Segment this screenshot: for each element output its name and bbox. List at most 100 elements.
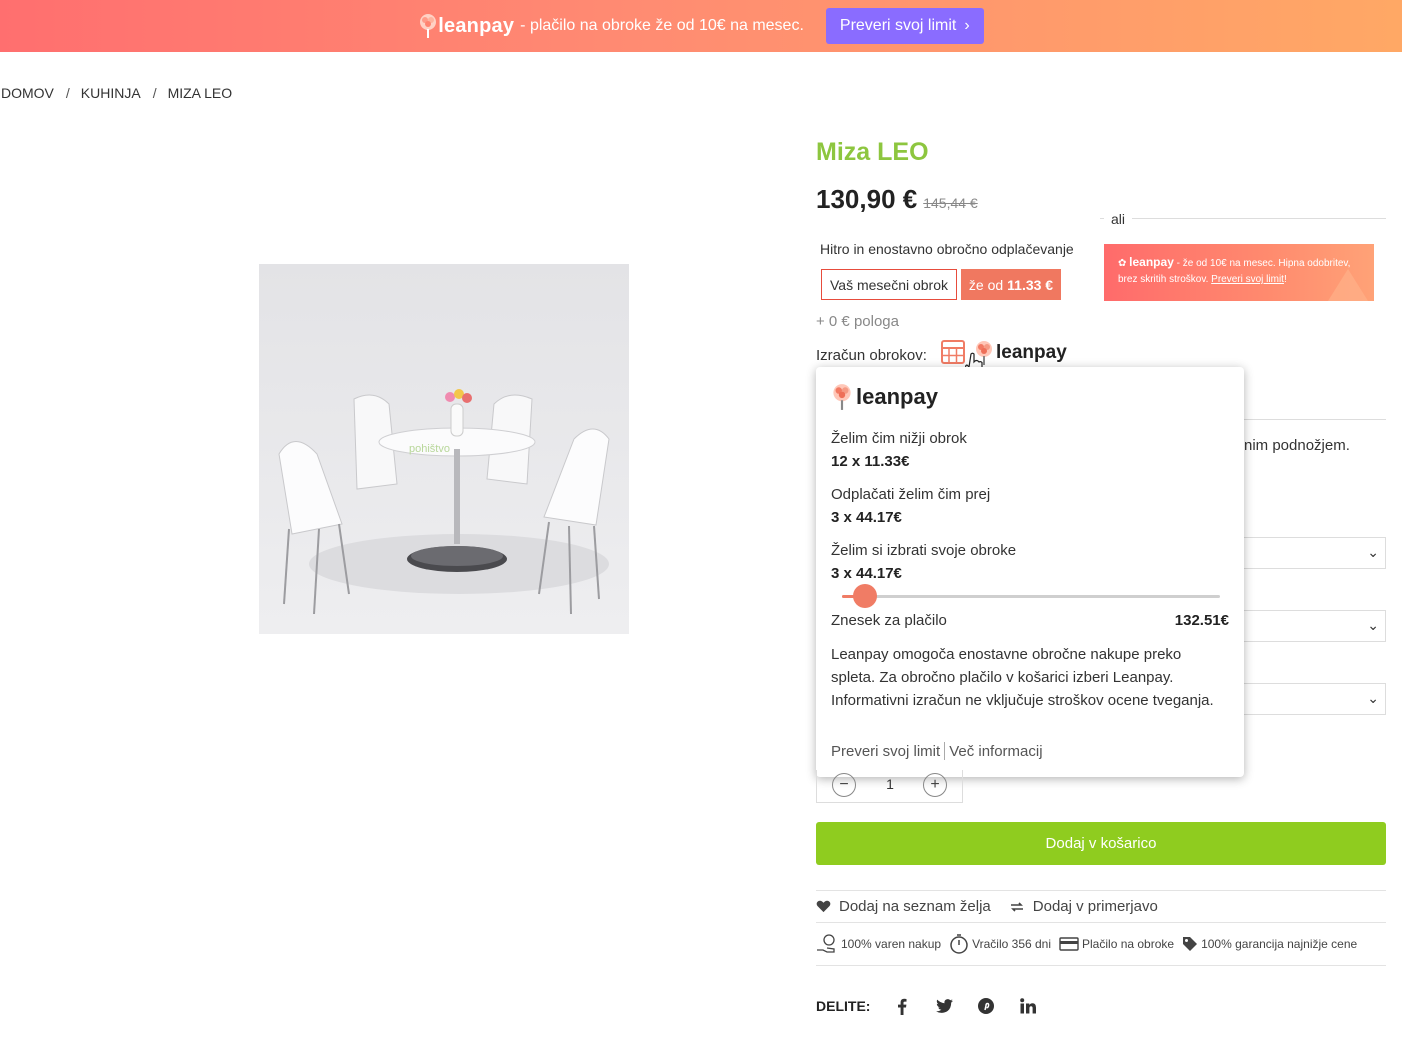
leanpay-flower-icon [833, 384, 851, 410]
check-limit-link[interactable]: Preveri svoj limit [831, 743, 940, 760]
quantity-minus-button[interactable]: − [832, 773, 856, 797]
leanpay-wordmark: leanpay [1129, 255, 1174, 269]
breadcrumb: DOMOV / KUHINJA / MIZA LEO [1, 85, 232, 101]
chevron-down-icon: ⌄ [1367, 690, 1379, 706]
quantity-plus-button[interactable]: + [923, 773, 947, 797]
deposit-text: + 0 € pologa [816, 313, 899, 330]
leanpay-logo: leanpay [418, 13, 514, 39]
share-row: DELITE: [816, 996, 1060, 1016]
installment-slider[interactable] [842, 584, 1220, 608]
leanpay-calculator-popup: leanpay Želim čim nižji obrok 12 x 11.33… [816, 367, 1244, 777]
quantity-stepper: − 1 + [816, 770, 963, 803]
check-limit-label: Preveri svoj limit [839, 17, 957, 34]
side-banner-text-2: brez skritih stroškov. [1118, 274, 1209, 285]
breadcrumb-separator: / [152, 85, 157, 101]
leanpay-promo-bar: leanpay - plačilo na obroke že od 10€ na… [0, 0, 1402, 52]
installment-intro: Hitro in enostavno obročno odplačevanje [820, 241, 1074, 257]
popup-description: Leanpay omogoča enostavne obročne nakupe… [831, 646, 1214, 709]
linkedin-icon[interactable] [1018, 996, 1038, 1016]
compare-arrows-icon [1010, 901, 1023, 912]
leanpay-side-banner[interactable]: ✿ leanpay - že od 10€ na mesec. Hipna od… [1104, 244, 1374, 301]
share-label: DELITE: [816, 998, 871, 1014]
product-image[interactable]: pohištvo [259, 264, 629, 634]
leanpay-wordmark: leanpay [856, 384, 938, 409]
breadcrumb-kitchen[interactable]: KUHINJA [81, 85, 141, 101]
current-price: 130,90 € [816, 184, 918, 214]
divider [816, 922, 1386, 923]
pinterest-icon[interactable] [976, 996, 996, 1016]
wishlist-label: Dodaj na seznam želja [839, 898, 991, 915]
divider [1100, 218, 1386, 219]
or-label: ali [1104, 211, 1133, 227]
calculator-icon[interactable] [941, 340, 965, 364]
old-price: 145,44 € [923, 195, 978, 211]
monthly-installment-value: že od 11.33 € [961, 269, 1061, 300]
feature-installments: Plačilo na obroke [1059, 937, 1174, 951]
option-fastest-value: 3 x 44.17€ [831, 509, 902, 526]
leanpay-wordmark: leanpay [438, 14, 515, 37]
leanpay-logo: leanpay [831, 383, 938, 411]
amount-label: Znesek za plačilo [831, 612, 947, 629]
leanpay-logo[interactable]: leanpay [974, 340, 1067, 366]
leanpay-wordmark: leanpay [996, 342, 1067, 363]
price-row: 130,90 € 145,44 € [816, 184, 978, 215]
slider-thumb[interactable] [852, 584, 877, 608]
option-select-2[interactable]: ⌄ [1244, 610, 1386, 642]
monthly-installment-label: Vaš mesečni obrok [821, 269, 957, 300]
link-divider [944, 742, 946, 760]
product-actions: Dodaj na seznam želja Dodaj v primerjavo [816, 898, 1176, 915]
compare-label: Dodaj v primerjavo [1032, 898, 1158, 915]
amount-value: 132.51€ [1174, 612, 1229, 629]
credit-card-icon [1059, 937, 1079, 951]
image-watermark: pohištvo [409, 443, 450, 455]
side-banner-end: ! [1283, 274, 1287, 285]
feature-secure-label: 100% varen nakup [841, 937, 942, 951]
add-to-cart-button[interactable]: Dodaj v košarico [816, 822, 1386, 865]
heart-icon [816, 900, 831, 913]
option-lowest-label[interactable]: Želim čim nižji obrok [831, 430, 967, 447]
feature-guarantee: 100% garancija najnižje cene [1182, 936, 1357, 952]
option-select-1[interactable]: ⌄ [1244, 537, 1386, 569]
from-amount: 11.33 € [1007, 276, 1054, 293]
feature-return: Vračilo 356 dni [949, 934, 1051, 954]
table-and-chairs-photo: pohištvo [259, 264, 629, 634]
chevron-down-icon: ⌄ [1367, 544, 1379, 560]
option-fastest-label[interactable]: Odplačati želim čim prej [831, 486, 990, 503]
feature-guarantee-label: 100% garancija najnižje cene [1201, 937, 1358, 951]
popup-links: Preveri svoj limit Več informacij [831, 742, 1043, 760]
more-info-link[interactable]: Več informacij [949, 743, 1042, 760]
check-limit-button[interactable]: Preveri svoj limit › [825, 8, 984, 44]
option-lowest-value: 12 x 11.33€ [831, 453, 910, 470]
add-to-compare[interactable]: Dodaj v primerjavo [1009, 898, 1158, 915]
option-select-3[interactable]: ⌄ [1244, 683, 1386, 715]
option-custom-value: 3 x 44.17€ [831, 565, 902, 582]
product-title: Miza LEO [816, 138, 929, 166]
breadcrumb-current: MIZA LEO [167, 85, 233, 101]
from-prefix: že od [968, 276, 1004, 293]
price-tag-icon [1183, 937, 1198, 951]
side-banner-text: - že od 10€ na mesec. Hipna odobritev, [1176, 258, 1351, 269]
divider [816, 890, 1386, 891]
breadcrumb-home[interactable]: DOMOV [1, 85, 54, 101]
calculation-label: Izračun obrokov: [816, 347, 927, 364]
divider [1244, 419, 1386, 420]
chevron-down-icon: ⌄ [1367, 617, 1379, 633]
side-banner-link[interactable]: Preveri svoj limit [1211, 274, 1284, 285]
facebook-icon[interactable] [892, 996, 912, 1016]
feature-badges: 100% varen nakup Vračilo 356 dni Plačilo… [816, 934, 1365, 954]
add-to-wishlist[interactable]: Dodaj na seznam želja [816, 898, 991, 915]
breadcrumb-separator: / [65, 85, 70, 101]
divider [816, 965, 1386, 966]
feature-secure: 100% varen nakup [816, 934, 941, 954]
stopwatch-icon [950, 934, 968, 954]
feature-installments-label: Plačilo na obroke [1082, 937, 1175, 951]
secure-payment-icon [817, 934, 835, 953]
option-custom-label[interactable]: Želim si izbrati svoje obroke [831, 542, 1016, 559]
triangle-decoration-icon [1328, 269, 1368, 301]
leanpay-flower-icon: ✿ [1118, 258, 1127, 269]
promo-text: - plačilo na obroke že od 10€ na mesec. [520, 17, 804, 34]
quantity-value[interactable]: 1 [875, 776, 905, 792]
chevron-right-icon: › [964, 17, 970, 34]
feature-return-label: Vračilo 356 dni [972, 937, 1052, 951]
twitter-icon[interactable] [934, 996, 954, 1016]
